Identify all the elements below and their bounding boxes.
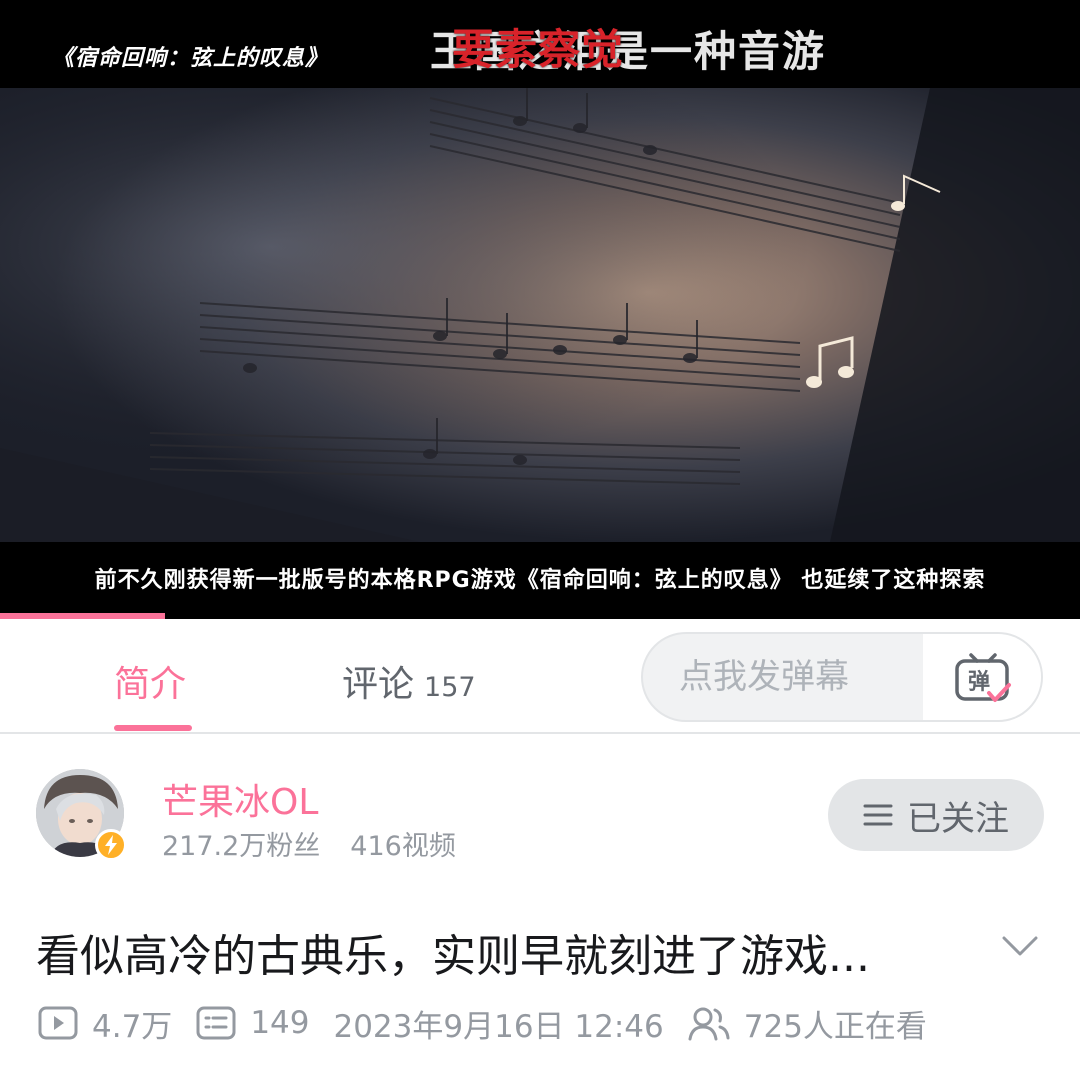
publish-time: 2023年9月16日 12:46 xyxy=(333,1008,664,1045)
video-frame-sheet-music xyxy=(0,88,1080,542)
danmaku-icon-glyph: 弹 xyxy=(968,670,990,695)
video-game-label: 《宿命回响：弦上的叹息》 xyxy=(52,46,329,71)
follow-button-label: 已关注 xyxy=(907,798,1009,839)
tab-comments-count: 157 xyxy=(424,672,476,703)
danmaku-tv-icon: 弹 xyxy=(955,653,1011,702)
danmaku-count-value: 149 xyxy=(250,1005,310,1041)
uploader-stats: 217.2万粉丝 416视频 xyxy=(162,824,456,863)
tab-comments[interactable]: 评论 157 xyxy=(342,655,476,707)
danmaku-list-icon xyxy=(196,1006,236,1040)
video-title[interactable]: 看似高冷的古典乐，实则早就刻进了游戏... xyxy=(36,920,946,984)
video-player[interactable]: 《宿命回响：弦上的叹息》 王国之泪是一种音游 要素察觉 前不久刚获得新一批版号的… xyxy=(0,0,1080,619)
play-icon xyxy=(38,1006,78,1040)
tab-active-indicator xyxy=(114,725,192,731)
menu-lines-icon xyxy=(863,804,893,826)
tab-bar: 简介 评论 157 弹 xyxy=(0,619,1080,734)
view-count: 4.7万 xyxy=(38,1001,172,1046)
danmaku-count: 149 xyxy=(196,1005,309,1041)
video-subtitle: 前不久刚获得新一批版号的本格RPG游戏《宿命回响：弦上的叹息》 也延续了这种探索 xyxy=(94,568,986,593)
uploader-followers: 217.2万粉丝 xyxy=(162,831,321,862)
danmaku-send-button[interactable]: 弹 xyxy=(923,634,1041,720)
video-meta-row: 4.7万 149 2023年9月16日 12:46 725人正在看 xyxy=(38,1000,927,1046)
video-top-caption-overlay: 要素察觉 xyxy=(452,25,625,74)
watching-now: 725人正在看 xyxy=(688,1001,927,1046)
uploader-name[interactable]: 芒果冰OL xyxy=(162,773,318,825)
uploader-video-count: 416视频 xyxy=(350,831,456,862)
tab-comments-label: 评论 xyxy=(342,664,415,705)
view-count-value: 4.7万 xyxy=(92,1008,173,1045)
people-icon xyxy=(688,1007,730,1041)
chevron-down-icon[interactable] xyxy=(1000,926,1040,966)
watching-now-value: 725人正在看 xyxy=(743,1008,927,1045)
danmaku-input[interactable] xyxy=(643,634,923,720)
tab-intro[interactable]: 简介 xyxy=(114,655,186,707)
danmaku-box: 弹 xyxy=(641,632,1043,722)
verified-badge-icon xyxy=(95,829,127,861)
follow-button[interactable]: 已关注 xyxy=(828,779,1044,851)
